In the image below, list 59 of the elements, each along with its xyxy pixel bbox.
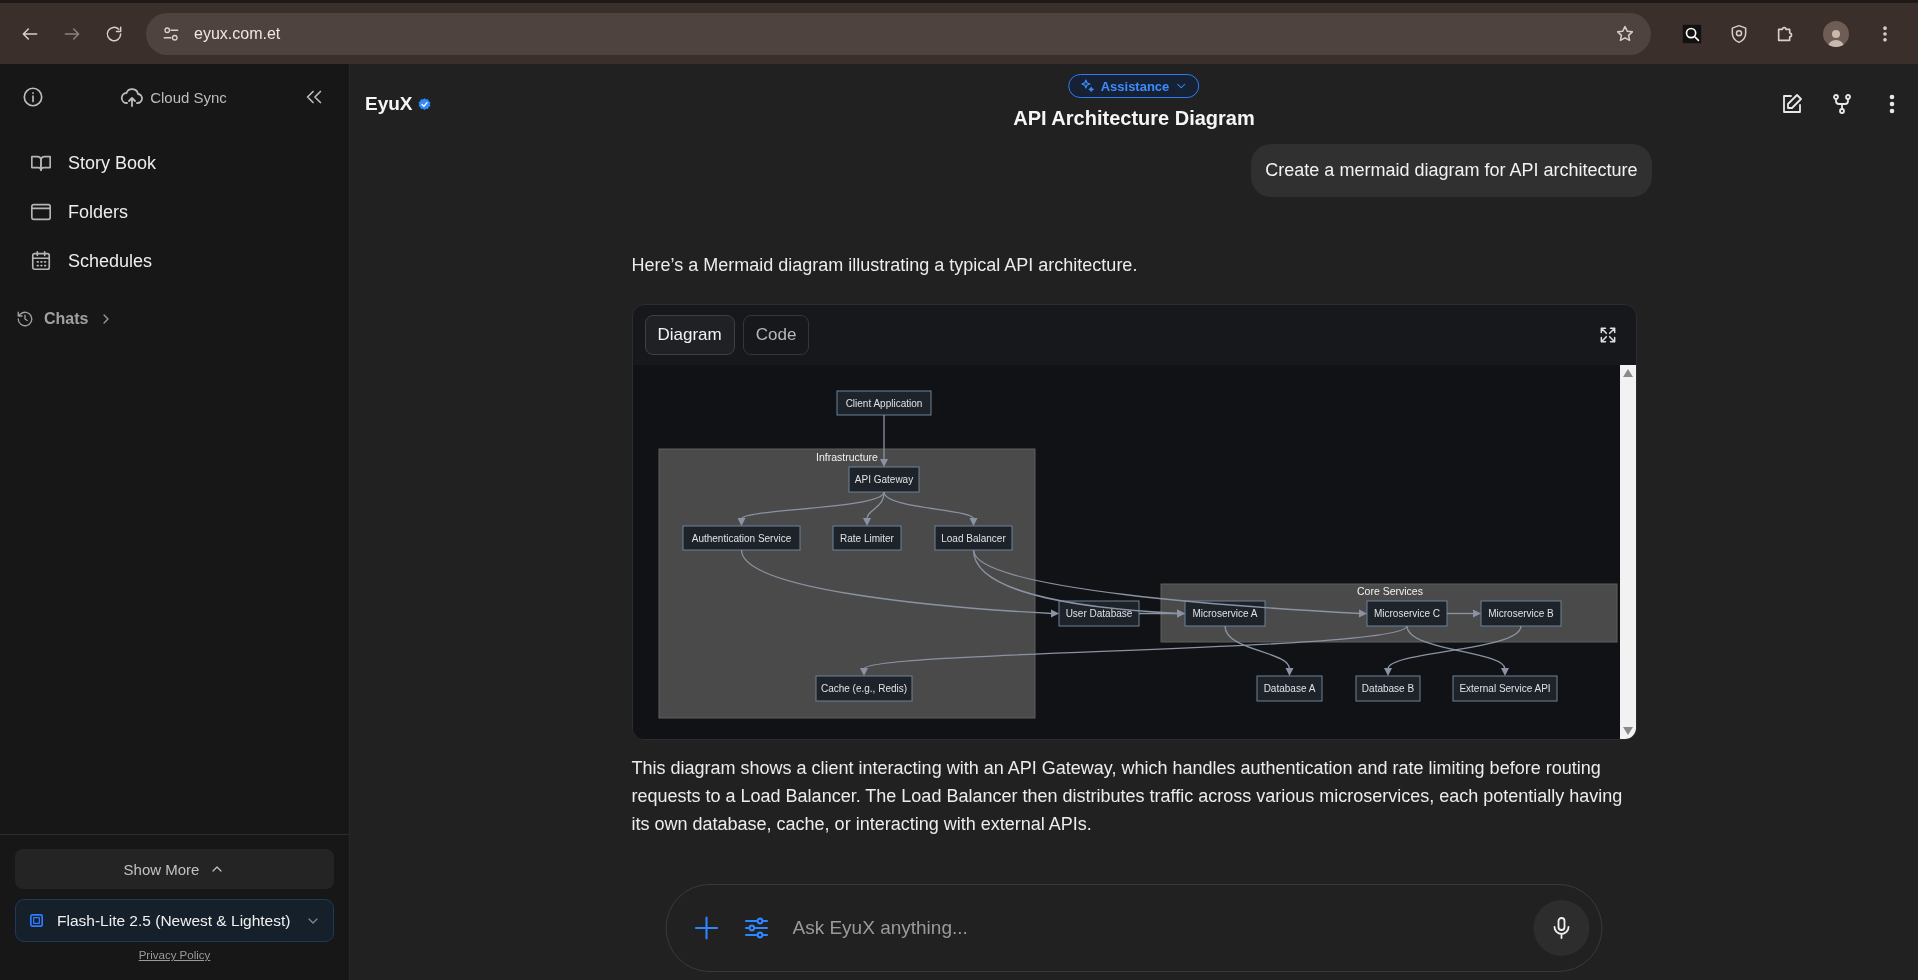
response-text: This diagram shows a client interacting with an API Gateway, which handles authentication and rate limiting before routing requests to a Load Balancer. The Load Balancer then distributes traffic across various microservices, each potentially having its own database, cache, or interacting with external APIs. — [631, 757, 1624, 836]
diagram-node: Database A — [1256, 675, 1322, 702]
sidebar-item[interactable]: Schedules — [30, 244, 349, 278]
branch-icon[interactable] — [1830, 92, 1854, 116]
brand-name: EyuX — [365, 93, 413, 115]
cloud-sync-button[interactable]: Cloud Sync — [114, 84, 233, 110]
user-message: Create a mermaid diagram for API architecture — [1251, 144, 1652, 197]
diagram-node: Cache (e.g., Redis) — [815, 675, 912, 702]
scroll-down-arrow-icon[interactable] — [1622, 727, 1633, 735]
folder-icon — [30, 201, 52, 223]
profile-avatar[interactable] — [1823, 20, 1849, 47]
sidebar-item[interactable]: Story Book — [30, 146, 349, 180]
diagram-node: Client Application — [836, 390, 931, 416]
mode-selector[interactable]: Assistance — [1068, 74, 1200, 98]
diagram-node: Microservice B — [1480, 600, 1561, 627]
cloud-upload-icon — [120, 85, 145, 109]
site-settings-icon — [162, 24, 180, 43]
sparkle-icon — [1079, 78, 1096, 94]
scrollbar[interactable] — [1619, 365, 1636, 739]
history-icon — [16, 310, 34, 328]
diagram-node: User Database — [1058, 600, 1139, 627]
chat-title: API Architecture Diagram — [1013, 107, 1255, 130]
view-tab[interactable]: Code — [742, 315, 810, 355]
diagram-node: Authentication Service — [682, 525, 800, 551]
privacy-policy-link[interactable]: Privacy Policy — [138, 949, 211, 961]
verified-badge-icon — [416, 96, 432, 112]
bookmark-star-icon[interactable] — [1615, 23, 1635, 44]
show-more-button[interactable]: Show More — [15, 849, 334, 889]
edit-icon[interactable] — [1780, 92, 1804, 116]
diagram-node: API Gateway — [848, 466, 919, 493]
chip-icon — [28, 912, 45, 929]
scroll-up-arrow-icon[interactable] — [1622, 369, 1633, 377]
diagram-node: External Service API — [1452, 675, 1557, 702]
edge-arrow — [1445, 609, 1481, 618]
microphone-button[interactable] — [1533, 900, 1590, 956]
view-tab[interactable]: Diagram — [644, 315, 735, 355]
info-icon — [22, 86, 44, 108]
search-extension-icon[interactable] — [1681, 22, 1703, 45]
diagram-node: Microservice A — [1184, 600, 1265, 627]
response-text: Here’s a Mermaid diagram illustrating a typical API architecture. — [631, 255, 1139, 276]
sidebar-item[interactable]: Folders — [30, 195, 349, 229]
info-button[interactable] — [22, 86, 44, 108]
calendar-icon — [30, 250, 52, 272]
chats-label[interactable]: Chats — [44, 310, 89, 328]
plus-icon — [692, 914, 721, 942]
message-field[interactable]: Ask EyuX anything... — [665, 884, 1603, 972]
diagram-node: Load Balancer — [934, 525, 1012, 551]
cluster-label: Core Services — [1356, 585, 1423, 597]
diagram-node: Microservice C — [1366, 600, 1447, 627]
edge-arrow — [879, 414, 888, 467]
url-text: eyux.com.et — [194, 24, 282, 43]
cluster-label: Infrastructure — [815, 451, 878, 463]
shield-icon[interactable] — [1729, 23, 1749, 44]
add-button[interactable] — [692, 914, 721, 942]
diagram-node: Rate Limiter — [832, 525, 901, 551]
diagram-node: Database B — [1355, 675, 1420, 702]
message-input[interactable]: Ask EyuX anything... — [792, 909, 1512, 947]
address-bar[interactable]: eyux.com.et — [146, 12, 1651, 55]
model-selector[interactable]: Flash-Lite 2.5 (Newest & Lightest) — [15, 899, 334, 942]
